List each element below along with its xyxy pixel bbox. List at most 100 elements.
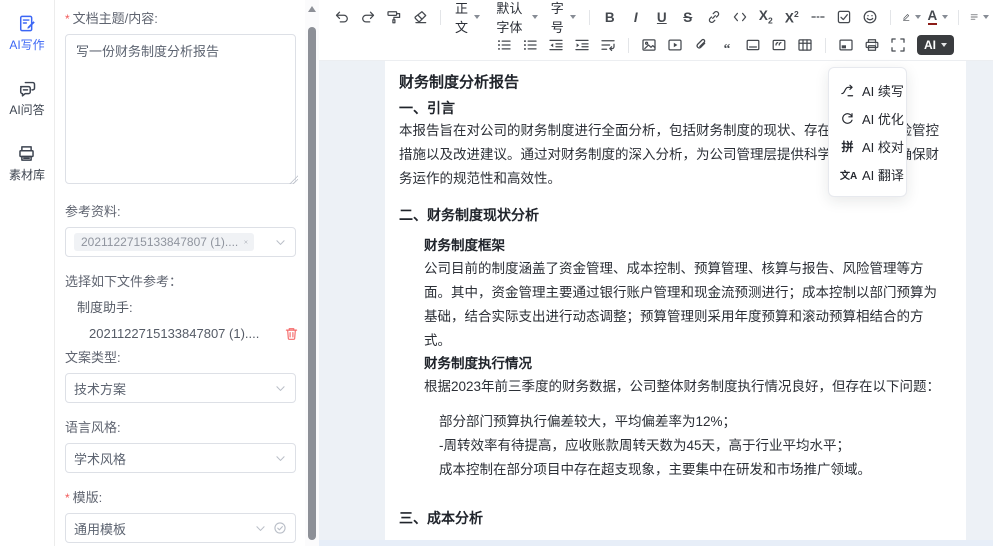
chevron-down-icon bbox=[941, 43, 947, 47]
italic-icon: I bbox=[634, 10, 638, 25]
blockquote-button[interactable]: “ bbox=[715, 33, 739, 57]
link-button[interactable] bbox=[702, 5, 726, 29]
resize-handle[interactable] bbox=[289, 175, 298, 184]
italic-button[interactable]: I bbox=[624, 5, 648, 29]
editor-toolbar: 正文 默认字体 字号 B I U S X2 X2 A bbox=[319, 0, 993, 61]
chevron-down-icon bbox=[532, 15, 538, 19]
reference-select[interactable]: 2021122715133847807 (1).... bbox=[65, 227, 296, 257]
template-label: *模版: bbox=[65, 487, 301, 506]
insert-image-button[interactable] bbox=[637, 33, 661, 57]
paragraph-style-select[interactable]: 正文 bbox=[449, 5, 486, 29]
menu-item-ai-optimize[interactable]: AI 优化 bbox=[829, 104, 906, 132]
undo-icon bbox=[334, 9, 350, 25]
task-list-button[interactable] bbox=[832, 5, 856, 29]
style-select[interactable]: 学术风格 bbox=[65, 443, 296, 473]
table-icon bbox=[797, 37, 813, 53]
required-asterisk: * bbox=[65, 491, 70, 505]
file-name: 2021122715133847807 (1).... bbox=[89, 326, 259, 341]
insert-table-button[interactable] bbox=[793, 33, 817, 57]
blockquote-icon: “ bbox=[724, 36, 731, 54]
trash-icon[interactable] bbox=[284, 326, 299, 341]
sidebar-item-label: 素材库 bbox=[9, 166, 45, 183]
doc-subheading-framework: 财务制度框架 bbox=[424, 235, 950, 257]
sidebar-item-ai-chat[interactable]: AI问答 bbox=[9, 79, 44, 118]
panel-icon bbox=[838, 37, 854, 53]
bold-button[interactable]: B bbox=[598, 5, 622, 29]
menu-item-ai-continue[interactable]: AI 续写 bbox=[829, 76, 906, 104]
chevron-down-icon bbox=[474, 15, 480, 19]
doc-paragraph: 公司目前的制度涵盖了资金管理、成本控制、预算管理、核算与报告、风险管理等方面。其… bbox=[424, 257, 950, 353]
bold-icon: B bbox=[605, 10, 615, 25]
chevron-down-icon bbox=[274, 382, 287, 395]
font-color-icon: A bbox=[928, 9, 938, 25]
redo-icon bbox=[360, 9, 376, 25]
strikethrough-button[interactable]: S bbox=[676, 5, 700, 29]
check-circle-icon bbox=[273, 521, 287, 535]
scrollbar-thumb[interactable] bbox=[308, 27, 316, 540]
subscript-button[interactable]: X2 bbox=[754, 5, 778, 29]
format-painter-button[interactable] bbox=[382, 5, 406, 29]
code-icon bbox=[732, 9, 748, 25]
chevron-down-icon bbox=[570, 15, 576, 19]
clear-format-button[interactable] bbox=[408, 5, 432, 29]
font-size-select[interactable]: 字号 bbox=[545, 5, 582, 29]
underline-icon: U bbox=[657, 10, 667, 25]
link-icon bbox=[706, 9, 722, 25]
close-icon[interactable] bbox=[243, 237, 249, 247]
insert-video-button[interactable] bbox=[663, 33, 687, 57]
highlight-color-button[interactable] bbox=[899, 5, 924, 29]
align-button[interactable] bbox=[967, 5, 992, 29]
fullscreen-button[interactable] bbox=[886, 33, 910, 57]
task-checkbox-icon bbox=[836, 9, 852, 25]
inline-code-button[interactable] bbox=[728, 5, 752, 29]
menu-item-ai-translate[interactable]: 文A AI 翻译 bbox=[829, 160, 906, 188]
chevron-down-icon bbox=[274, 452, 287, 465]
snippet-block-icon bbox=[771, 37, 787, 53]
divider bbox=[628, 38, 629, 53]
sidebar-item-ai-writing[interactable]: AI写作 bbox=[9, 14, 44, 53]
ai-optimize-icon bbox=[840, 111, 855, 126]
text-wrap-button[interactable] bbox=[596, 33, 620, 57]
ai-menu-button[interactable]: AI bbox=[917, 35, 954, 55]
redo-button[interactable] bbox=[356, 5, 380, 29]
scroll-up-arrow[interactable] bbox=[308, 6, 316, 12]
file-group-label: 制度助手: bbox=[77, 297, 301, 316]
snippet-block-button[interactable] bbox=[767, 33, 791, 57]
emoji-button[interactable] bbox=[858, 5, 882, 29]
ai-chat-icon bbox=[18, 79, 37, 98]
chevron-down-icon bbox=[915, 15, 921, 19]
panel-view-button[interactable] bbox=[834, 33, 858, 57]
outdent-button[interactable] bbox=[544, 33, 568, 57]
topic-input[interactable]: 写一份财务制度分析报告 bbox=[65, 34, 296, 184]
template-select[interactable]: 通用模板 bbox=[65, 513, 296, 543]
doc-type-select[interactable]: 技术方案 bbox=[65, 373, 296, 403]
doc-list-item: -周转效率有待提高，应收账款周转天数为45天，高于行业平均水平； bbox=[439, 434, 950, 458]
font-family-select[interactable]: 默认字体 bbox=[487, 5, 542, 29]
doc-heading-cost: 三、成本分析 bbox=[399, 507, 950, 529]
underline-button[interactable]: U bbox=[650, 5, 674, 29]
attachment-button[interactable] bbox=[689, 33, 713, 57]
menu-item-ai-proofread[interactable]: 拼 AI 校对 bbox=[829, 132, 906, 160]
horizontal-rule-button[interactable] bbox=[806, 5, 830, 29]
bullet-list-button[interactable] bbox=[492, 33, 516, 57]
font-color-button[interactable]: A bbox=[926, 5, 950, 29]
divider bbox=[958, 10, 959, 25]
file-section-label: 选择如下文件参考： bbox=[65, 271, 301, 290]
ai-writing-icon bbox=[18, 14, 37, 33]
sidebar-item-material-library[interactable]: 素材库 bbox=[9, 144, 45, 183]
divider-block-button[interactable] bbox=[741, 33, 765, 57]
ai-translate-icon: 文A bbox=[840, 167, 855, 182]
style-label: 语言风格: bbox=[65, 417, 301, 436]
ordered-list-button[interactable] bbox=[518, 33, 542, 57]
indent-button[interactable] bbox=[570, 33, 594, 57]
reference-file-row: 2021122715133847807 (1).... bbox=[89, 326, 299, 341]
image-icon bbox=[641, 37, 657, 53]
panel-scrollbar[interactable] bbox=[305, 0, 319, 546]
undo-button[interactable] bbox=[330, 5, 354, 29]
print-button[interactable] bbox=[860, 33, 884, 57]
format-painter-icon bbox=[386, 9, 402, 25]
material-library-icon bbox=[17, 144, 36, 163]
chevron-down-icon bbox=[983, 15, 989, 19]
superscript-button[interactable]: X2 bbox=[780, 5, 804, 29]
highlight-pen-icon bbox=[902, 9, 910, 25]
